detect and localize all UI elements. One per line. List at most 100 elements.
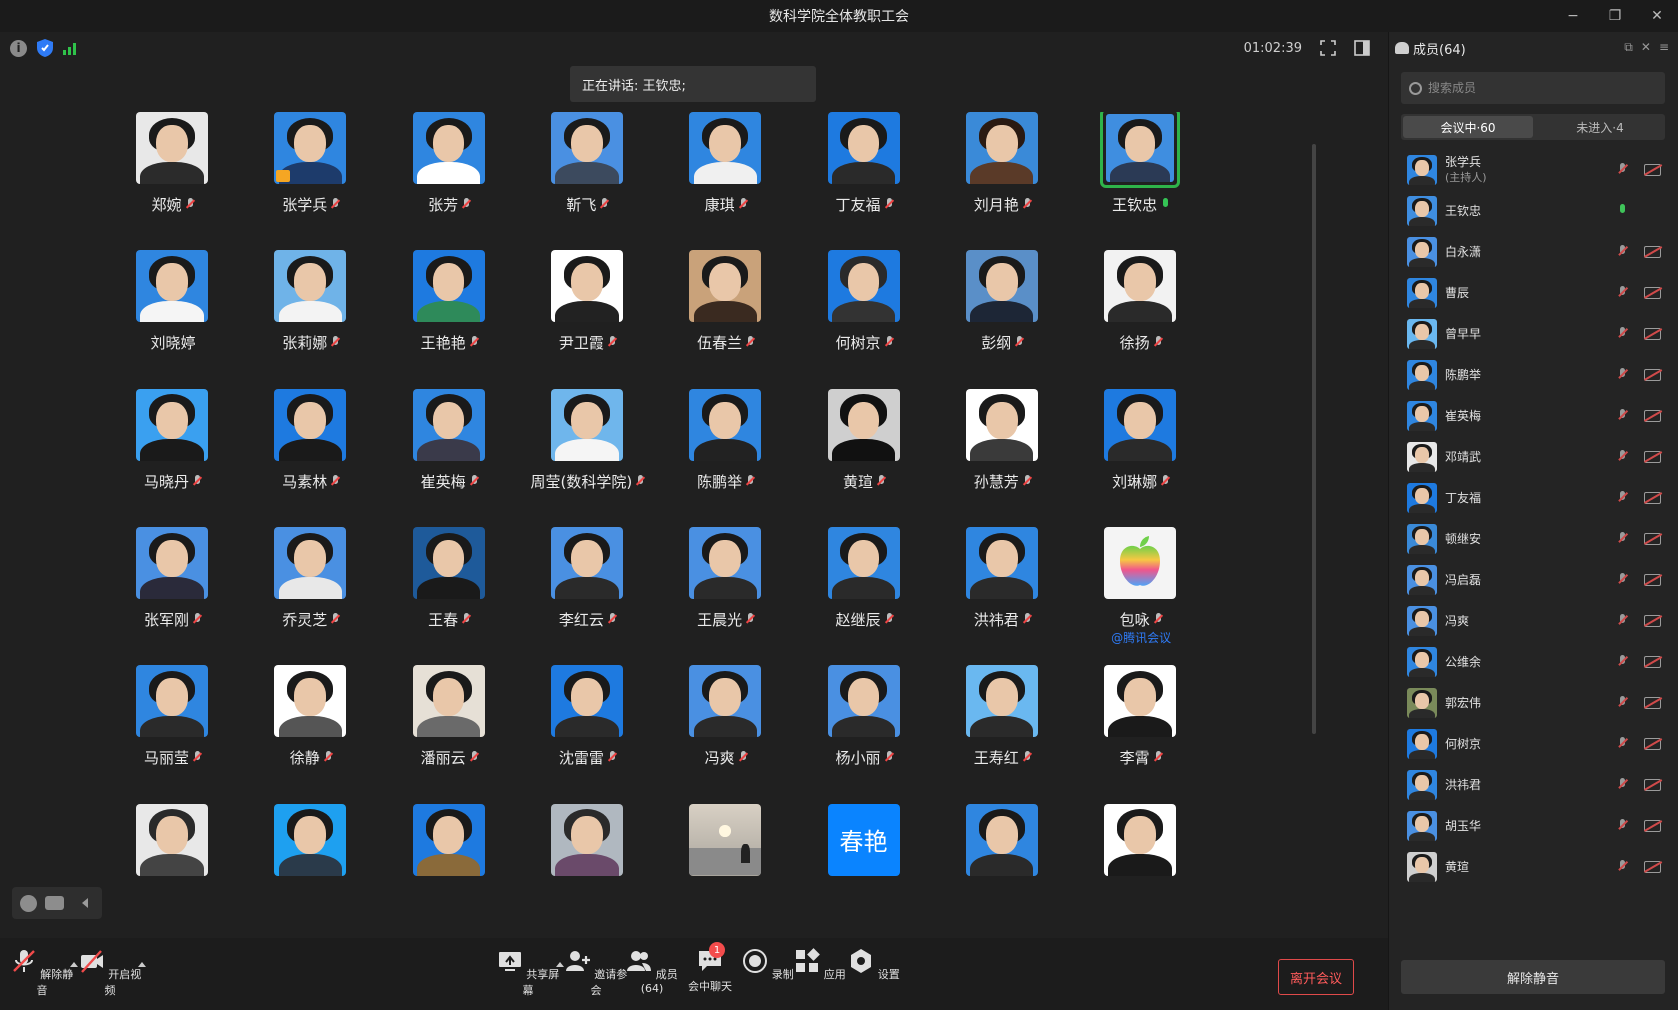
member-list-item[interactable]: 何树京: [1401, 724, 1665, 764]
camera-off-icon[interactable]: [1644, 246, 1661, 258]
avatar[interactable]: [827, 388, 900, 461]
mic-muted-icon[interactable]: [1617, 163, 1627, 177]
member-list-item[interactable]: 胡玉华: [1401, 806, 1665, 846]
member-list-item[interactable]: 顿继安: [1401, 519, 1665, 559]
invite-button[interactable]: 邀请参会: [564, 948, 628, 998]
participant-tile[interactable]: 丁友福: [790, 112, 940, 252]
mic-muted-icon[interactable]: [1617, 245, 1627, 259]
menu-icon[interactable]: ≡: [1659, 40, 1669, 55]
avatar[interactable]: [274, 803, 347, 876]
avatar[interactable]: 春艳: [827, 803, 900, 876]
camera-off-icon[interactable]: [1644, 533, 1661, 545]
mic-muted-icon[interactable]: [1617, 327, 1627, 341]
mic-muted-icon[interactable]: [1617, 696, 1627, 710]
restore-button[interactable]: ❐: [1594, 0, 1636, 32]
participant-tile[interactable]: 徐扬: [1066, 250, 1216, 390]
mic-muted-icon[interactable]: [1617, 573, 1627, 587]
settings-button[interactable]: 设置: [842, 948, 906, 982]
start-video-button[interactable]: 开启视频: [78, 948, 146, 998]
mic-muted-icon[interactable]: [1617, 532, 1627, 546]
avatar[interactable]: [689, 388, 762, 461]
camera-off-icon[interactable]: [1644, 287, 1661, 299]
camera-off-icon[interactable]: [1644, 492, 1661, 504]
member-list-item[interactable]: 冯爽: [1401, 601, 1665, 641]
camera-off-icon[interactable]: [1644, 164, 1661, 176]
avatar[interactable]: [689, 526, 762, 599]
participant-tile[interactable]: 张莉娜: [236, 250, 386, 390]
member-list-item[interactable]: 丁友福: [1401, 478, 1665, 518]
members-button[interactable]: 成员(64): [620, 948, 684, 995]
avatar[interactable]: [965, 803, 1038, 876]
member-list-item[interactable]: 黄瑄: [1401, 847, 1665, 887]
member-list-item[interactable]: 邓靖武: [1401, 437, 1665, 477]
member-list-item[interactable]: 陈鹏举: [1401, 355, 1665, 395]
participant-tile[interactable]: 张学兵: [236, 112, 386, 252]
participant-tile[interactable]: [928, 803, 1078, 944]
avatar[interactable]: [965, 112, 1038, 184]
tab-not-joined[interactable]: 未进入·4: [1535, 114, 1665, 140]
participant-tile[interactable]: [513, 803, 663, 944]
mic-muted-icon[interactable]: [1617, 614, 1627, 628]
fullscreen-icon[interactable]: [1320, 40, 1336, 56]
participant-tile[interactable]: 徐静: [236, 665, 386, 805]
participant-tile[interactable]: 刘琳娜: [1066, 388, 1216, 529]
chat-button[interactable]: 1 会中聊天: [678, 942, 742, 994]
camera-off-icon[interactable]: [1644, 656, 1661, 668]
mic-muted-icon[interactable]: [1617, 737, 1627, 751]
participant-tile[interactable]: 刘月艳: [928, 112, 1078, 252]
unmute-all-button[interactable]: 解除静音: [1401, 960, 1665, 994]
participant-tile[interactable]: [375, 803, 525, 944]
participant-tile[interactable]: 春艳: [790, 803, 940, 944]
camera-off-icon[interactable]: [1644, 697, 1661, 709]
participant-tile[interactable]: 陈鹏举: [651, 388, 801, 529]
participant-tile[interactable]: 周莹(数科学院): [513, 388, 663, 529]
close-button[interactable]: ✕: [1636, 0, 1678, 32]
camera-off-icon[interactable]: [1644, 779, 1661, 791]
member-list-item[interactable]: 洪祎君: [1401, 765, 1665, 805]
participant-tile[interactable]: 黄瑄: [790, 388, 940, 529]
participant-tile[interactable]: 张芳: [375, 112, 525, 252]
participant-tile[interactable]: 王晨光: [651, 526, 801, 667]
avatar[interactable]: [689, 112, 762, 184]
avatar[interactable]: [1104, 665, 1177, 738]
participant-tile[interactable]: 潘丽云: [375, 665, 525, 805]
avatar[interactable]: [965, 388, 1038, 461]
avatar[interactable]: [274, 250, 347, 323]
unmute-options-caret[interactable]: [70, 962, 78, 967]
participant-tile[interactable]: 马素林: [236, 388, 386, 529]
avatar[interactable]: [550, 250, 623, 323]
participant-tile[interactable]: 乔灵芝: [236, 526, 386, 667]
avatar[interactable]: [412, 665, 485, 738]
avatar[interactable]: [136, 250, 208, 323]
layout-icon[interactable]: [1354, 40, 1370, 56]
close-panel-icon[interactable]: ✕: [1641, 40, 1651, 55]
danmaku-icon[interactable]: [45, 896, 64, 910]
participant-tile[interactable]: 王钦忠: [1066, 112, 1216, 252]
avatar[interactable]: [412, 250, 485, 323]
member-list-item[interactable]: 白永潇: [1401, 232, 1665, 272]
participant-tile[interactable]: [651, 803, 801, 944]
avatar[interactable]: [412, 526, 485, 599]
participant-tile[interactable]: 洪祎君: [928, 526, 1078, 667]
member-list-item[interactable]: 曹辰: [1401, 273, 1665, 313]
camera-off-icon[interactable]: [1644, 328, 1661, 340]
avatar[interactable]: [412, 803, 485, 876]
avatar[interactable]: [827, 665, 900, 738]
member-list-item[interactable]: 冯启磊: [1401, 560, 1665, 600]
participant-tile[interactable]: 王艳艳: [375, 250, 525, 390]
mic-muted-icon[interactable]: [1617, 819, 1627, 833]
grid-scrollbar[interactable]: [1312, 144, 1316, 734]
member-list-item[interactable]: 曾早早: [1401, 314, 1665, 354]
participant-tile[interactable]: [1066, 803, 1216, 944]
avatar[interactable]: [965, 250, 1038, 323]
mic-muted-icon[interactable]: [1617, 368, 1627, 382]
video-options-caret[interactable]: [138, 962, 146, 967]
participant-tile[interactable]: 何树京: [790, 250, 940, 390]
popout-icon[interactable]: ⧉: [1624, 40, 1633, 55]
mic-active-icon[interactable]: [1617, 204, 1627, 218]
member-search-input[interactable]: [1428, 81, 1648, 95]
participant-tile[interactable]: 李霄: [1066, 665, 1216, 805]
share-screen-button[interactable]: 共享屏幕: [496, 948, 564, 998]
avatar[interactable]: [1104, 526, 1177, 599]
avatar[interactable]: [1104, 388, 1177, 461]
